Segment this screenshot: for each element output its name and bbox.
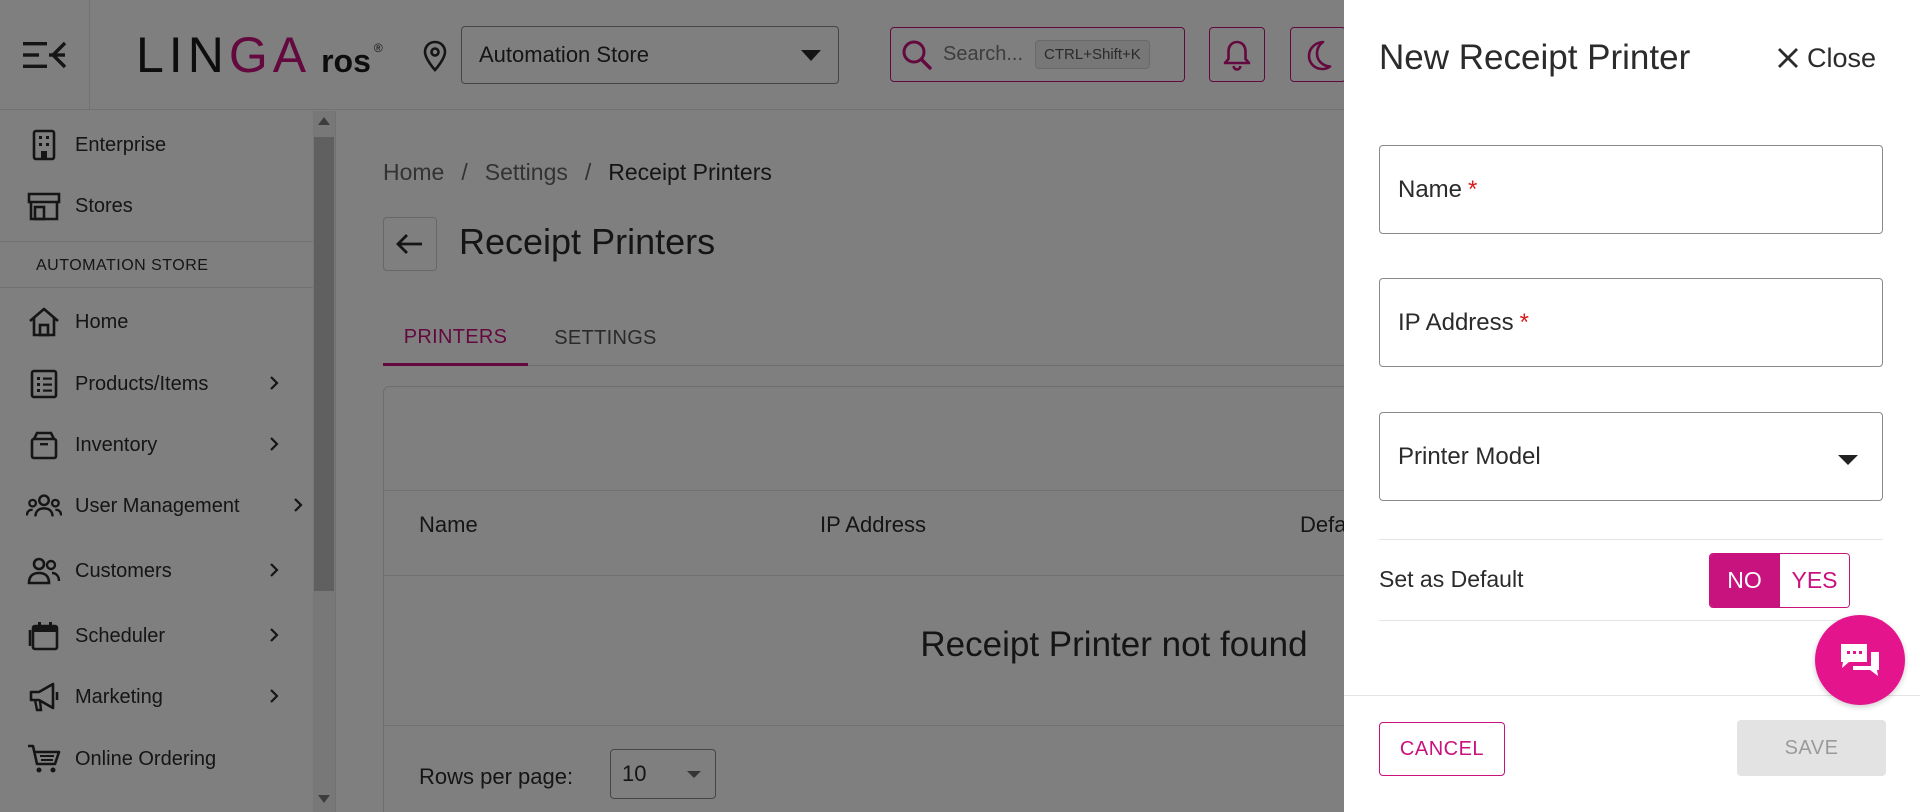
close-label: Close — [1807, 42, 1877, 73]
modal-backdrop[interactable] — [0, 0, 1344, 812]
required-marker: * — [1519, 308, 1529, 336]
set-as-default-toggle: NO YES — [1709, 553, 1850, 608]
drawer-title: New Receipt Printer — [1379, 38, 1691, 77]
required-marker: * — [1468, 175, 1478, 203]
name-field-label: Name — [1398, 175, 1463, 203]
save-button[interactable]: SAVE — [1737, 720, 1886, 776]
default-row-bottom-divider — [1379, 620, 1883, 621]
ip-address-field-label: IP Address — [1398, 308, 1514, 336]
cancel-button[interactable]: CANCEL — [1379, 722, 1505, 776]
new-receipt-printer-drawer: New Receipt Printer Close Name * IP Addr… — [1344, 0, 1920, 812]
caret-down-icon — [1838, 455, 1858, 465]
chat-support-button[interactable] — [1815, 615, 1905, 705]
toggle-yes-button[interactable]: YES — [1779, 554, 1849, 607]
chat-icon — [1841, 644, 1879, 676]
ip-address-field[interactable]: IP Address * — [1379, 278, 1883, 367]
printer-model-select[interactable]: Printer Model — [1379, 412, 1883, 501]
printer-model-label: Printer Model — [1398, 442, 1541, 470]
toggle-no-button[interactable]: NO — [1710, 554, 1779, 607]
set-as-default-label: Set as Default — [1379, 566, 1524, 592]
close-button[interactable]: Close — [1777, 40, 1876, 76]
close-icon — [1777, 47, 1799, 69]
name-field[interactable]: Name * — [1379, 145, 1883, 234]
default-row-top-divider — [1379, 539, 1883, 540]
